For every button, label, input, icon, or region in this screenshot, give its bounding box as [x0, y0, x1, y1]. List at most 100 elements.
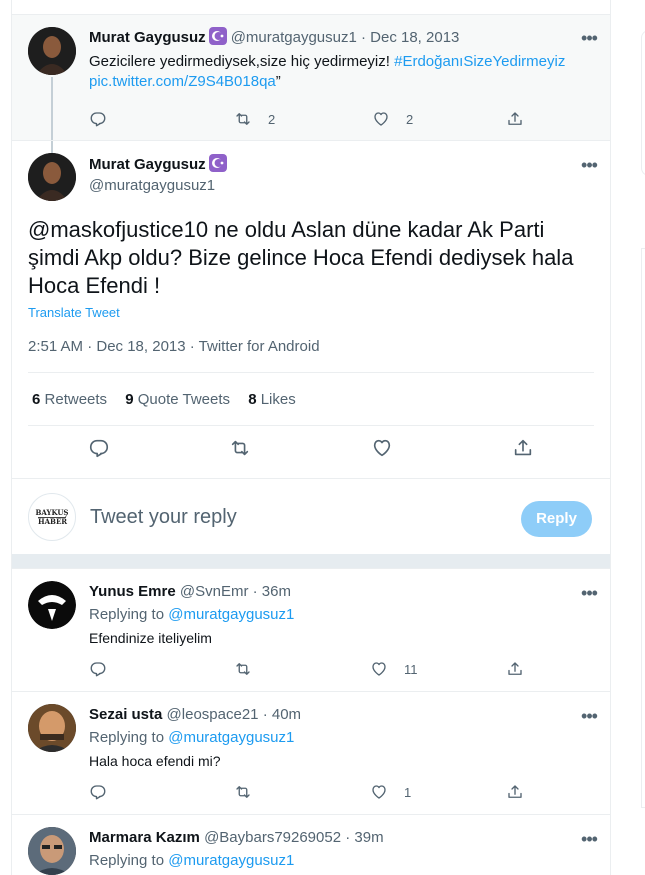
parent-tweet-body: Gezicilere yedirmediysek,size hiç yedirm… — [89, 53, 390, 70]
reply-button[interactable] — [89, 109, 107, 129]
more-icon[interactable]: ••• — [577, 29, 601, 49]
reply-text: Hala hoca efendi mi? — [89, 753, 221, 769]
retweet-icon — [236, 113, 250, 125]
retweet-button[interactable] — [229, 438, 251, 458]
like-button[interactable] — [371, 438, 393, 458]
tweet-timestamp[interactable]: 2:51 AM · Dec 18, 2013 · Twitter for And… — [28, 338, 320, 355]
like-button[interactable]: 1 — [370, 782, 411, 802]
avatar-logo-line1: BAYKUŞ — [35, 508, 69, 517]
likes-stat[interactable]: 8 Likes — [248, 391, 296, 408]
parent-tweet-avatar[interactable] — [28, 27, 76, 75]
reply-button[interactable] — [89, 659, 107, 679]
like-count: 2 — [406, 111, 414, 127]
share-button[interactable] — [512, 438, 534, 458]
current-user-avatar[interactable]: BAYKUŞ HABER — [28, 493, 76, 541]
replying-to-line: Replying to @muratgaygusuz1 — [89, 606, 294, 623]
sidebar-card — [641, 248, 645, 808]
parent-author-handle[interactable]: @muratgaygusuz1 — [231, 29, 357, 46]
reply-author-name[interactable]: Sezai usta — [89, 706, 162, 723]
reply-tweet[interactable]: Yunus Emre @SvnEmr · 36m ••• Replying to… — [12, 568, 610, 691]
share-button[interactable] — [506, 659, 524, 679]
reply-author-handle[interactable]: @leospace21 — [167, 706, 259, 723]
reply-button[interactable] — [89, 782, 107, 802]
parent-tweet[interactable]: Murat Gaygusuz @muratgaygusuz1 · Dec 18, … — [12, 14, 610, 153]
likes-label: Likes — [260, 391, 296, 408]
main-author-name[interactable]: Murat Gaygusuz — [89, 156, 206, 173]
retweet-count: 2 — [268, 111, 276, 127]
reply-icon — [90, 112, 106, 127]
parent-tweet-date[interactable]: · Dec 18, 2013 — [361, 29, 459, 46]
reply-time[interactable]: · 40m — [263, 706, 301, 723]
reply-button[interactable] — [88, 438, 110, 458]
more-icon[interactable]: ••• — [577, 830, 601, 850]
reply-actions: 11 — [89, 659, 522, 679]
reply-submit-button[interactable]: Reply — [521, 501, 592, 537]
parent-tweet-pic-link[interactable]: pic.twitter.com/Z9S4B018qa — [89, 73, 276, 90]
parent-tweet-text: Gezicilere yedirmediysek,size hiç yedirm… — [89, 52, 589, 92]
more-icon[interactable]: ••• — [577, 707, 601, 727]
share-icon — [508, 112, 522, 125]
reply-time[interactable]: · 39m — [345, 829, 383, 846]
like-icon — [372, 785, 386, 799]
translate-tweet-link[interactable]: Translate Tweet — [28, 305, 120, 320]
parent-author-name[interactable]: Murat Gaygusuz — [89, 29, 206, 46]
retweet-icon — [231, 440, 249, 456]
parent-tweet-hashtag[interactable]: #ErdoğanıSizeYedirmeyiz — [394, 53, 565, 70]
replying-to-link[interactable]: @muratgaygusuz1 — [168, 852, 294, 869]
section-separator — [12, 554, 610, 568]
replying-to-line: Replying to @muratgaygusuz1 — [89, 729, 294, 746]
replying-to-line: Replying to @muratgaygusuz1 — [89, 852, 294, 869]
reply-header: Marmara Kazım @Baybars79269052 · 39m — [89, 828, 384, 848]
more-icon[interactable]: ••• — [577, 584, 601, 604]
conversation-timeline: Murat Gaygusuz @muratgaygusuz1 · Dec 18, … — [11, 0, 611, 875]
share-button[interactable] — [506, 109, 524, 129]
replying-to-link[interactable]: @muratgaygusuz1 — [168, 729, 294, 746]
retweet-button[interactable] — [234, 782, 252, 802]
retweet-icon — [236, 786, 250, 798]
reply-author-avatar[interactable] — [28, 581, 76, 629]
retweet-button[interactable]: 2 — [234, 109, 275, 129]
reply-time[interactable]: · 36m — [253, 583, 291, 600]
more-icon[interactable]: ••• — [577, 156, 601, 176]
avatar-logo-line2: HABER — [38, 517, 68, 526]
share-button[interactable] — [506, 782, 524, 802]
reply-author-avatar[interactable] — [28, 704, 76, 752]
reply-input[interactable]: Tweet your reply — [90, 506, 237, 529]
main-author-handle[interactable]: @muratgaygusuz1 — [89, 176, 215, 196]
replying-to-link[interactable]: @muratgaygusuz1 — [168, 606, 294, 623]
share-icon — [508, 785, 522, 798]
reply-author-handle[interactable]: @Baybars79269052 — [204, 829, 341, 846]
reply-header: Sezai usta @leospace21 · 40m — [89, 705, 301, 725]
reply-author-name[interactable]: Marmara Kazım — [89, 829, 200, 846]
share-icon — [514, 439, 532, 456]
main-tweet-text: @maskofjustice10 ne oldu Aslan düne kada… — [28, 217, 574, 298]
quotes-count: 9 — [125, 391, 134, 408]
divider — [28, 425, 594, 426]
replying-label: Replying to — [89, 852, 165, 869]
like-count: 11 — [404, 661, 418, 677]
crescent-star-badge-icon — [208, 27, 227, 45]
parent-tweet-closing-quote: ” — [275, 73, 281, 90]
reply-tweet[interactable]: Sezai usta @leospace21 · 40m ••• Replyin… — [12, 691, 610, 814]
reply-author-name[interactable]: Yunus Emre — [89, 583, 176, 600]
retweet-button[interactable] — [234, 659, 252, 679]
reply-tweet[interactable]: Marmara Kazım @Baybars79269052 · 39m •••… — [12, 814, 610, 875]
main-tweet-avatar[interactable] — [28, 153, 76, 201]
retweets-stat[interactable]: 6 Retweets — [32, 391, 107, 408]
likes-count: 8 — [248, 391, 257, 408]
like-button[interactable]: 2 — [372, 109, 413, 129]
like-button[interactable]: 11 — [370, 659, 418, 679]
reply-composer: BAYKUŞ HABER Tweet your reply Reply — [12, 478, 610, 554]
reply-author-avatar[interactable] — [28, 827, 76, 875]
like-icon — [372, 662, 386, 676]
retweet-icon — [236, 663, 250, 675]
divider — [28, 372, 594, 373]
replying-label: Replying to — [89, 729, 165, 746]
like-icon — [373, 439, 391, 457]
reply-actions: 1 — [89, 782, 522, 802]
quote-tweets-stat[interactable]: 9 Quote Tweets — [125, 391, 230, 408]
reply-author-handle[interactable]: @SvnEmr — [180, 583, 249, 600]
retweets-label: Retweets — [44, 391, 108, 408]
retweets-count: 6 — [32, 391, 41, 408]
share-icon — [508, 662, 522, 675]
